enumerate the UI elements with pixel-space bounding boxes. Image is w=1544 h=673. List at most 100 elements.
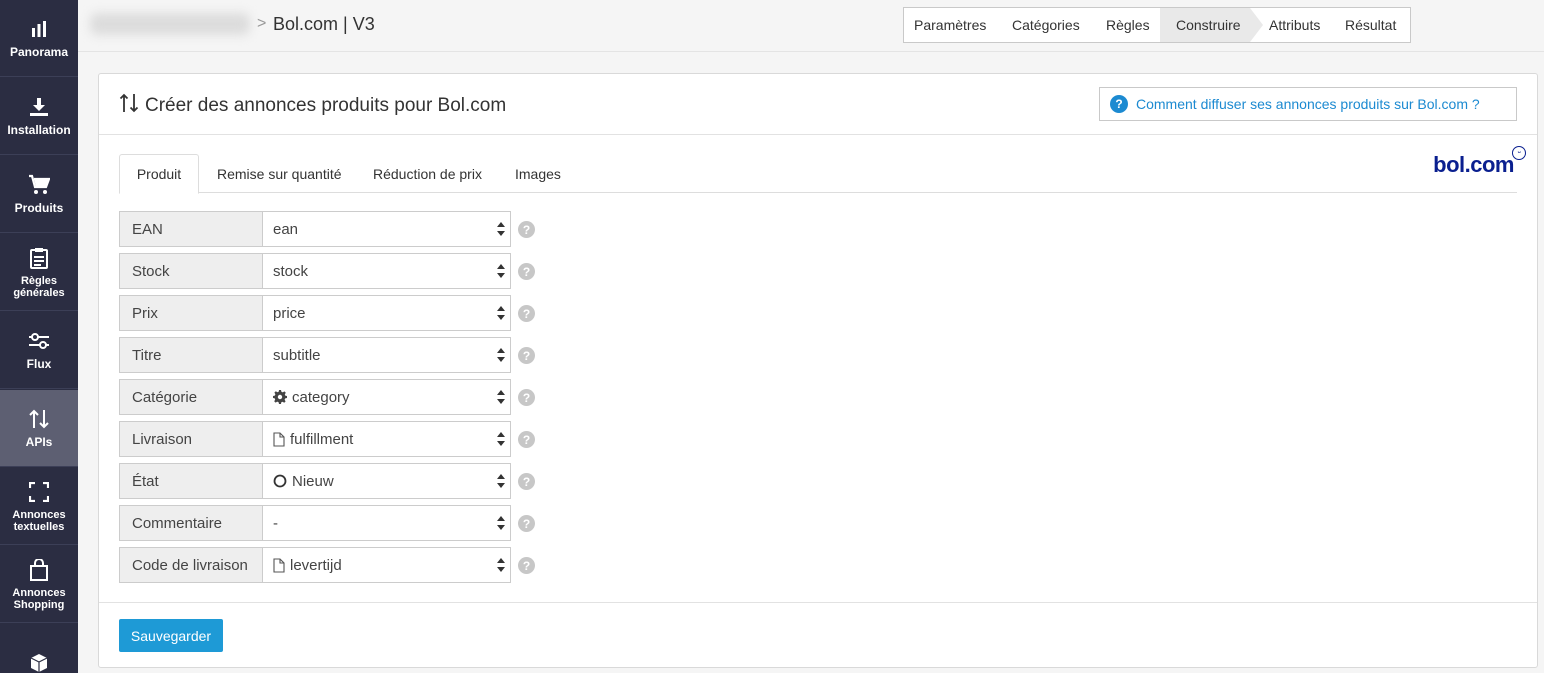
field-select-code-de-livraison[interactable]: levertijd [262,547,511,583]
sidebar-item-label: Panorama [9,45,69,59]
field-select-ean[interactable]: ean [262,211,511,247]
field-row-stock: Stock stock [119,253,511,289]
breadcrumb-blurred[interactable] [90,13,250,35]
help-icon[interactable]: ? [518,263,535,280]
field-label: État [119,463,262,499]
field-row-ean: EAN ean [119,211,511,247]
download-icon [27,95,51,119]
select-caret-icon [497,432,505,446]
sidebar-item-label: Annonces Shopping [12,586,66,611]
field-label: Commentaire [119,505,262,541]
tab-produit[interactable]: Produit [119,154,199,194]
expand-icon [27,480,51,504]
tab-bar: Produit Remise sur quantité Réduction de… [119,146,1526,194]
step-categories[interactable]: Catégories [1003,8,1097,42]
question-circle-icon: ? [1110,95,1128,113]
field-row-livraison: Livraison fulfillment [119,421,511,457]
smile-icon: ᵕ [1512,146,1526,160]
tab-images[interactable]: Images [515,154,561,193]
field-value: fulfillment [290,430,354,448]
sliders-icon [27,329,51,353]
bol-logo-text: bol.com [1433,152,1514,177]
panel-title-text: Créer des annonces produits pour Bol.com [145,95,507,116]
field-label: Livraison [119,421,262,457]
sidebar-item-installation[interactable]: Installation [0,78,78,155]
field-label: Code de livraison [119,547,262,583]
field-value: levertijd [290,556,342,574]
step-parametres[interactable]: Paramètres [904,8,1003,42]
step-regles[interactable]: Règles [1097,8,1160,42]
sidebar-item-label: Règles générales [13,274,65,299]
help-icon[interactable]: ? [518,221,535,238]
sidebar-item-annonces-textuelles[interactable]: Annonces textuelles [0,468,78,545]
file-icon [273,557,285,573]
select-caret-icon [497,348,505,362]
field-select-categorie[interactable]: category [262,379,511,415]
sidebar-item-label: APIs [25,435,53,449]
field-select-commentaire[interactable]: - [262,505,511,541]
arrows-updown-icon [119,92,139,120]
field-label: Stock [119,253,262,289]
field-label: EAN [119,211,262,247]
cart-icon [27,173,51,197]
sidebar-item-flux[interactable]: Flux [0,312,78,389]
divider [99,602,1537,603]
bol-logo: bol.com ᵕ [1433,146,1526,178]
help-link-button[interactable]: ? Comment diffuser ses annonces produits… [1099,87,1517,121]
arrows-updown-icon [27,407,51,431]
help-icon[interactable]: ? [518,347,535,364]
field-row-categorie: Catégorie category [119,379,511,415]
cube-icon [27,651,51,673]
sidebar-item-annonces-shopping[interactable]: Annonces Shopping [0,546,78,623]
step-construire[interactable]: Construire [1160,8,1263,42]
sidebar-item-label: Flux [26,357,52,371]
field-value: Nieuw [292,472,334,490]
help-icon[interactable]: ? [518,515,535,532]
field-row-etat: État Nieuw [119,463,511,499]
field-select-prix[interactable]: price [262,295,511,331]
main-panel: Créer des annonces produits pour Bol.com… [98,73,1538,668]
select-caret-icon [497,516,505,530]
sidebar-item-regles-generales[interactable]: Règles générales [0,234,78,311]
step-resultat[interactable]: Résultat [1332,8,1410,42]
help-icon[interactable]: ? [518,473,535,490]
field-value: ean [273,220,299,238]
select-caret-icon [497,306,505,320]
field-row-titre: Titre subtitle [119,337,511,373]
help-icon[interactable]: ? [518,557,535,574]
select-caret-icon [497,264,505,278]
field-select-stock[interactable]: stock [262,253,511,289]
sidebar-item-label: Annonces textuelles [12,508,66,533]
field-select-etat[interactable]: Nieuw [262,463,511,499]
sidebar-item-produits[interactable]: Produits [0,156,78,233]
tab-reduction-de-prix[interactable]: Réduction de prix [373,154,482,193]
field-label: Titre [119,337,262,373]
help-link-text: Comment diffuser ses annonces produits s… [1136,96,1480,112]
sidebar-item-cube[interactable] [0,624,78,673]
sidebar-item-panorama[interactable]: Panorama [0,0,78,77]
select-caret-icon [497,558,505,572]
breadcrumb-separator: > [257,15,267,32]
field-label: Catégorie [119,379,262,415]
help-icon[interactable]: ? [518,431,535,448]
save-button[interactable]: Sauvegarder [119,619,223,652]
select-caret-icon [497,474,505,488]
field-value: category [292,388,350,406]
circle-icon [273,474,287,488]
help-icon[interactable]: ? [518,389,535,406]
select-caret-icon [497,222,505,236]
panel-title: Créer des annonces produits pour Bol.com [119,92,506,120]
panel-header: Créer des annonces produits pour Bol.com… [99,74,1537,135]
sidebar-item-label: Produits [14,201,64,215]
help-icon[interactable]: ? [518,305,535,322]
field-select-titre[interactable]: subtitle [262,337,511,373]
field-select-livraison[interactable]: fulfillment [262,421,511,457]
clipboard-icon [27,246,51,270]
sidebar-item-apis[interactable]: APIs [0,390,78,467]
gear-icon [273,390,287,404]
select-caret-icon [497,390,505,404]
tab-remise-sur-quantite[interactable]: Remise sur quantité [217,154,342,193]
bar-chart-icon [27,17,51,41]
field-value: price [273,304,306,322]
sidebar-item-label: Installation [7,123,71,137]
